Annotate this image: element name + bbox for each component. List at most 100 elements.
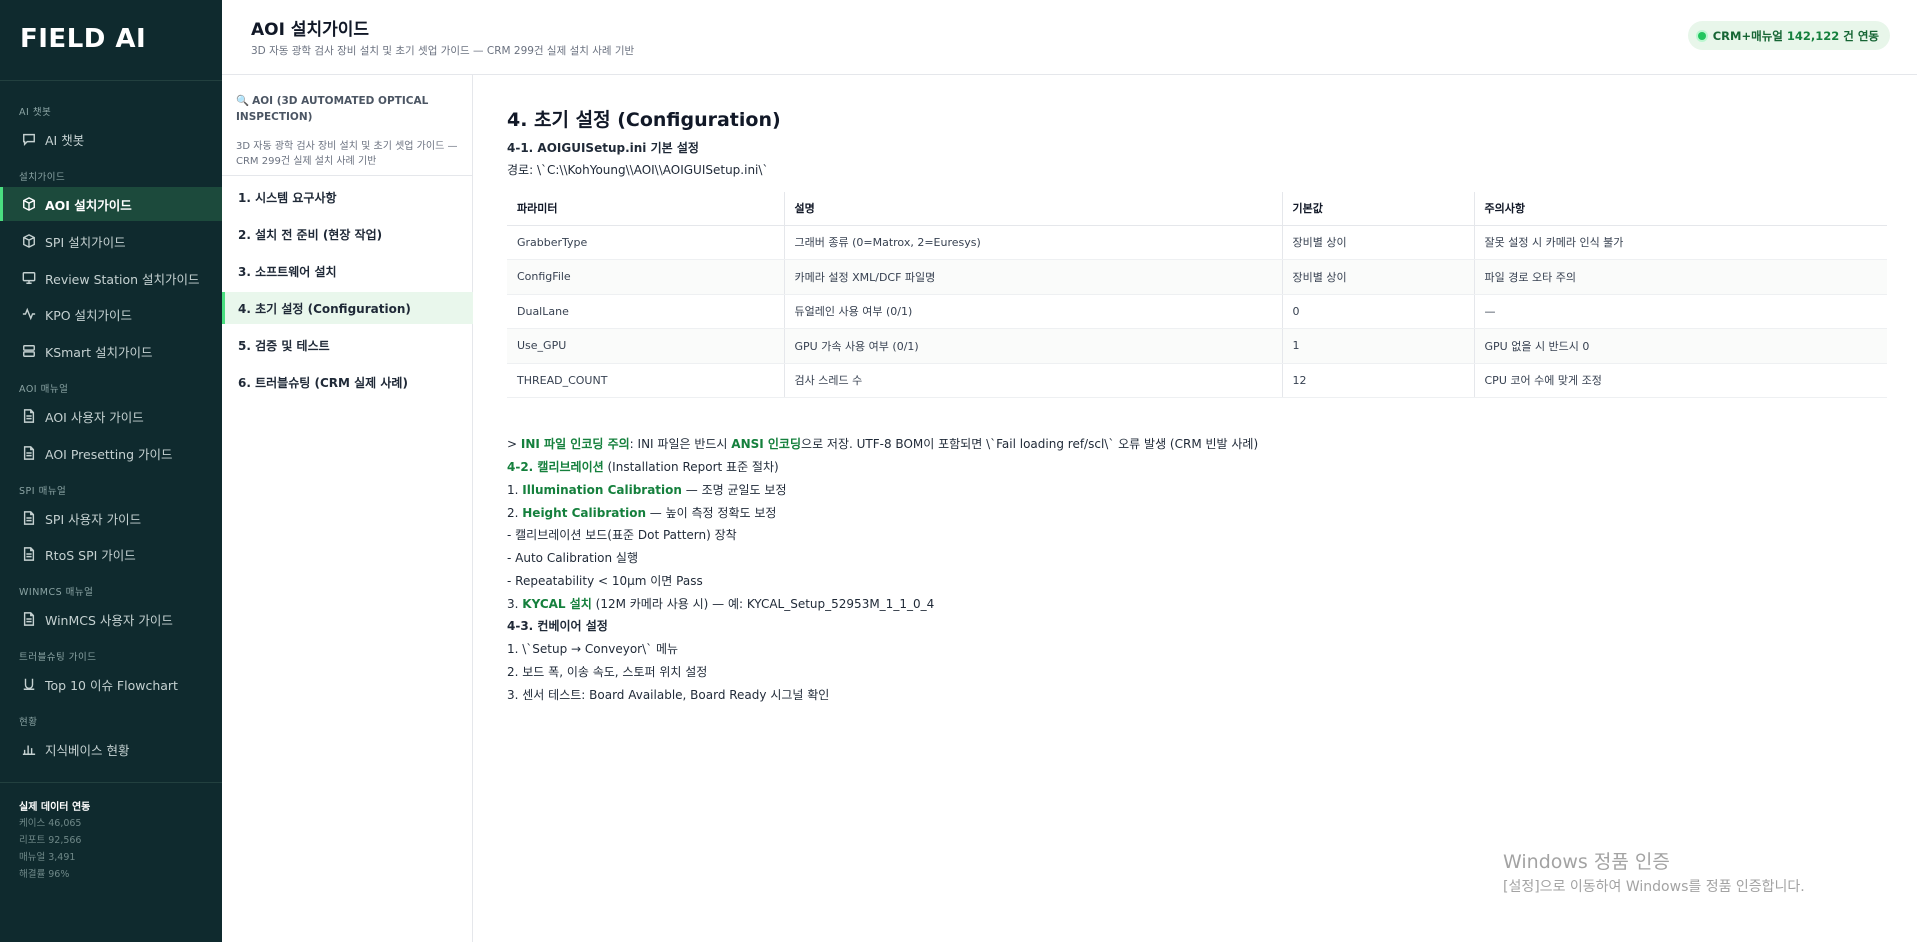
document-icon (22, 547, 36, 561)
table-row: GrabberType 그래버 종류 (0=Matrox, 2=Euresys)… (507, 225, 1887, 260)
chat-icon (22, 132, 36, 146)
step-highlight: KYCAL 설치 (522, 597, 592, 611)
sidebar: FIELD AI AI 챗봇 AI 챗봇 설치가이드 AOI 설치가이드 SPI… (0, 0, 222, 942)
table-cell: 카메라 설정 XML/DCF 파일명 (783, 259, 1282, 295)
note-label: INI 파일 인코딩 주의 (520, 437, 630, 451)
toc-item-troubleshooting[interactable]: 6. 트러블슈팅 (CRM 실제 사례) (222, 366, 473, 398)
table-cell: Use_GPU (507, 328, 784, 364)
sidebar-item-rtos-spi-guide[interactable]: RtoS SPI 가이드 (0, 537, 222, 571)
calibration-substep: - Repeatability < 10μm 이면 Pass (507, 574, 703, 588)
page-header: AOI 설치가이드 3D 자동 광학 검사 장비 설치 및 초기 셋업 가이드 … (222, 0, 1917, 75)
page-title: AOI 설치가이드 (251, 20, 370, 40)
encoding-note: > INI 파일 인코딩 주의: INI 파일은 반드시 ANSI 인코딩으로 … (507, 435, 1258, 452)
toc-item-configuration[interactable]: 4. 초기 설정 (Configuration) (222, 292, 473, 324)
table-cell: — (1473, 294, 1887, 329)
table-cell: 듀얼레인 사용 여부 (0/1) (783, 294, 1282, 329)
document-icon (22, 446, 36, 460)
windows-activation-watermark: Windows 정품 인증 [설정]으로 이동하여 Windows를 정품 인증… (1503, 847, 1805, 896)
sidebar-item-label: 지식베이스 현황 (45, 742, 130, 758)
calibration-step-1: 1. Illumination Calibration — 조명 균일도 보정 (507, 481, 787, 498)
sidebar-item-winmcs-user-guide[interactable]: WinMCS 사용자 가이드 (0, 602, 222, 636)
stat-cases: 케이스 46,065 (19, 818, 82, 829)
sidebar-item-ai-chat[interactable]: AI 챗봇 (0, 122, 222, 156)
guide-title: 🔍 AOI (3D AUTOMATED OPTICAL INSPECTION) (236, 93, 461, 125)
step-text: (12M 카메라 사용 시) — 예: KYCAL_Setup_52953M_1… (591, 597, 935, 611)
calibration-title: 4-2. 캘리브레이션 (507, 460, 604, 474)
column-header: 파라미터 (507, 192, 784, 226)
bar-chart-icon (22, 742, 36, 756)
sidebar-item-label: Review Station 설치가이드 (45, 271, 200, 287)
toc-item-preparation[interactable]: 2. 설치 전 준비 (현장 작업) (222, 218, 473, 250)
note-highlight: ANSI 인코딩 (731, 437, 802, 451)
guide-description: 3D 자동 광학 검사 장비 설치 및 초기 셋업 가이드 — CRM 299건… (236, 141, 458, 167)
section-title-ai-chat: AI 챗봇 (19, 107, 52, 118)
section-title-status: 현황 (19, 717, 38, 728)
sidebar-item-aoi-install[interactable]: AOI 설치가이드 (0, 187, 222, 221)
note-prefix: > (507, 437, 521, 451)
sidebar-item-label: AOI Presetting 가이드 (45, 446, 173, 462)
calibration-substep: - 캘리브레이션 보드(표준 Dot Pattern) 장착 (507, 528, 737, 542)
column-header: 설명 (783, 192, 1282, 226)
sync-count: 142,122 (1786, 28, 1840, 43)
table-cell: 0 (1281, 294, 1474, 329)
sidebar-item-label: AI 챗봇 (45, 132, 85, 148)
toc-item-verification[interactable]: 5. 검증 및 테스트 (222, 329, 473, 361)
status-dot-icon (1697, 31, 1706, 40)
sidebar-item-knowledge-base[interactable]: 지식베이스 현황 (0, 732, 222, 766)
table-cell: THREAD_COUNT (507, 363, 784, 398)
sidebar-item-kpo-install[interactable]: KPO 설치가이드 (0, 297, 222, 331)
table-cell: DualLane (507, 294, 784, 329)
sidebar-item-label: RtoS SPI 가이드 (45, 547, 136, 563)
table-cell: ConfigFile (507, 259, 784, 295)
sync-prefix: CRM+매뉴얼 (1712, 28, 1783, 43)
table-cell: 장비별 상이 (1281, 225, 1474, 260)
table-header-row: 파라미터 설명 기본값 주의사항 (507, 192, 1887, 226)
watermark-text: [설정]으로 이동하여 Windows를 정품 인증합니다. (1503, 879, 1805, 895)
step-text: — 높이 측정 정확도 보정 (645, 506, 777, 520)
table-cell: GrabberType (507, 225, 784, 260)
sidebar-item-ksmart-install[interactable]: KSmart 설치가이드 (0, 334, 222, 368)
sync-status-badge: CRM+매뉴얼 142,122 건 연동 (1687, 21, 1890, 50)
sidebar-item-spi-install[interactable]: SPI 설치가이드 (0, 224, 222, 258)
note-text: : INI 파일은 반드시 (629, 437, 732, 451)
watermark-title: Windows 정품 인증 (1503, 851, 1670, 873)
section-title-winmcs-manual: WINMCS 매뉴얼 (19, 587, 94, 598)
monitor-icon (22, 271, 36, 285)
conveyor-step: 3. 센서 테스트: Board Available, Board Ready … (507, 688, 830, 702)
sidebar-item-review-station-install[interactable]: Review Station 설치가이드 (0, 261, 222, 295)
conveyor-step: 1. \`Setup → Conveyor\` 메뉴 (507, 642, 679, 656)
sidebar-item-label: SPI 사용자 가이드 (45, 511, 142, 527)
table-row: THREAD_COUNT 검사 스레드 수 12 CPU 코어 수에 맞게 조정 (507, 363, 1887, 398)
sidebar-item-spi-user-guide[interactable]: SPI 사용자 가이드 (0, 501, 222, 535)
table-cell: 1 (1281, 328, 1474, 364)
subsection-heading-calibration: 4-2. 캘리브레이션 (Installation Report 표준 절차) (507, 458, 779, 475)
section-title-troubleshooting: 트러블슈팅 가이드 (19, 652, 97, 663)
box-icon (22, 197, 36, 211)
calibration-step-2: 2. Height Calibration — 높이 측정 정확도 보정 (507, 504, 776, 521)
toc-item-system-requirements[interactable]: 1. 시스템 요구사항 (222, 181, 473, 213)
guide-title-text: AOI (3D AUTOMATED OPTICAL INSPECTION) (236, 95, 429, 123)
pulse-icon (22, 307, 36, 321)
sidebar-item-aoi-user-guide[interactable]: AOI 사용자 가이드 (0, 399, 222, 433)
sidebar-item-aoi-presetting-guide[interactable]: AOI Presetting 가이드 (0, 436, 222, 470)
column-header: 기본값 (1281, 192, 1474, 226)
box-icon (22, 234, 36, 248)
step-text: — 조명 균일도 보정 (681, 483, 787, 497)
table-cell: GPU 가속 사용 여부 (0/1) (783, 328, 1282, 364)
ini-parameter-table: 파라미터 설명 기본값 주의사항 GrabberType 그래버 종류 (0=M… (507, 192, 1887, 398)
divider (0, 80, 222, 81)
sidebar-item-top10-flowchart[interactable]: Top 10 이슈 Flowchart (0, 667, 222, 701)
section-title-install-guide: 설치가이드 (19, 172, 66, 183)
page-subtitle: 3D 자동 광학 검사 장비 설치 및 초기 셋업 가이드 — CRM 299건… (251, 45, 635, 57)
calibration-step-3: 3. KYCAL 설치 (12M 카메라 사용 시) — 예: KYCAL_Se… (507, 595, 934, 612)
subsection-heading-conveyor: 4-3. 컨베이어 설정 (507, 619, 608, 633)
sidebar-item-label: AOI 사용자 가이드 (45, 409, 144, 425)
guide-toc-panel: 🔍 AOI (3D AUTOMATED OPTICAL INSPECTION) 3… (222, 75, 473, 942)
toc-item-software-install[interactable]: 3. 소프트웨어 설치 (222, 255, 473, 287)
table-cell: 장비별 상이 (1281, 259, 1474, 295)
app-logo[interactable]: FIELD AI (20, 24, 146, 54)
sidebar-item-label: KSmart 설치가이드 (45, 344, 153, 360)
stat-manuals: 매뉴얼 3,491 (19, 852, 76, 863)
table-row: DualLane 듀얼레인 사용 여부 (0/1) 0 — (507, 294, 1887, 329)
data-sync-title: 실제 데이터 연동 (19, 802, 91, 813)
